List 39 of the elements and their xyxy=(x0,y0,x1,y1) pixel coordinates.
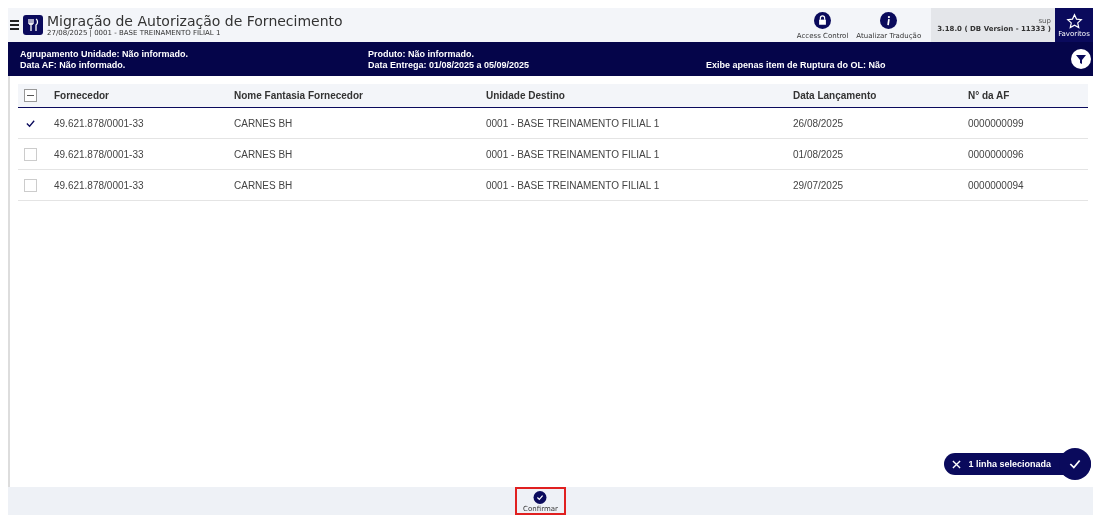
table-cell: CARNES BH xyxy=(233,138,485,170)
table-cell: 49.621.878/0001-33 xyxy=(53,169,233,201)
menu-icon[interactable] xyxy=(10,20,19,30)
fork-knife-icon xyxy=(23,15,43,35)
filter-text: Data Entrega: 01/08/2025 a 05/09/2025 xyxy=(368,59,531,70)
column-header: Data Lançamento xyxy=(792,84,967,108)
table-cell: 0000000099 xyxy=(967,107,1088,139)
table-cell: 49.621.878/0001-33 xyxy=(53,138,233,170)
table-cell: 49.621.878/0001-33 xyxy=(53,107,233,139)
table-cell: 26/08/2025 xyxy=(792,107,967,139)
filter-text: Agrupamento Unidade: Não informado. xyxy=(20,48,189,59)
selection-count: 1 linha selecionada xyxy=(968,459,1051,469)
table-cell: 0000000094 xyxy=(967,169,1088,201)
table-cell: 0001 - BASE TREINAMENTO FILIAL 1 xyxy=(485,138,792,170)
star-icon xyxy=(1065,12,1083,30)
filter-icon[interactable] xyxy=(1071,49,1091,69)
info-icon xyxy=(880,12,898,29)
filter-text: Data AF: Não informado. xyxy=(20,59,127,70)
column-header: N° da AF xyxy=(967,84,1088,108)
table-cell: CARNES BH xyxy=(233,107,485,139)
table-cell: 0001 - BASE TREINAMENTO FILIAL 1 xyxy=(485,169,792,201)
column-header: Unidade Destino xyxy=(485,84,792,108)
table-cell: CARNES BH xyxy=(233,169,485,201)
checkmark-icon xyxy=(1068,457,1082,471)
row-checkbox[interactable] xyxy=(24,147,37,161)
table-cell: 0000000096 xyxy=(967,138,1088,170)
lock-icon xyxy=(814,12,832,29)
filter-text: Exibe apenas item de Ruptura do OL: Não xyxy=(706,59,887,70)
table-cell: 0001 - BASE TREINAMENTO FILIAL 1 xyxy=(485,107,792,139)
select-all-checkbox[interactable] xyxy=(24,89,37,102)
page-title: Migração de Autorização de Fornecimento xyxy=(47,13,343,29)
column-header: Fornecedor xyxy=(53,84,233,108)
close-icon[interactable] xyxy=(952,459,962,469)
column-header: Nome Fantasia Fornecedor xyxy=(233,84,485,108)
table-cell: 01/08/2025 xyxy=(792,138,967,170)
table-cell: 29/07/2025 xyxy=(792,169,967,201)
filter-text: Produto: Não informado. xyxy=(368,48,475,59)
check-circle-icon xyxy=(532,491,549,504)
row-checkbox[interactable] xyxy=(24,178,37,192)
